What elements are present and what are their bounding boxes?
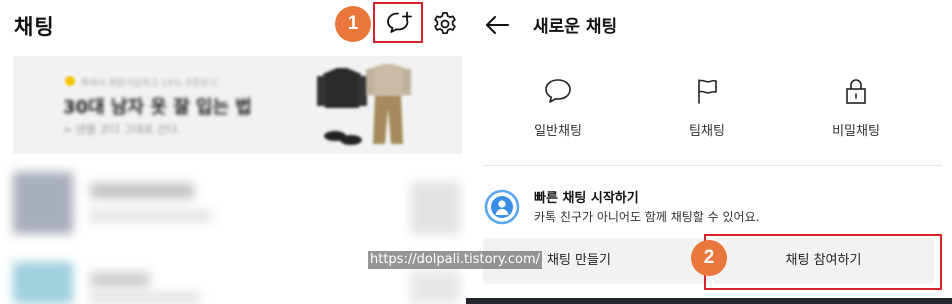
lock-icon — [846, 79, 866, 104]
chat-preview — [90, 292, 200, 304]
quick-chat-description: 카톡 친구가 아니어도 함께 채팅할 수 있어요. — [534, 210, 760, 224]
chat-avatar[interactable] — [13, 172, 73, 234]
bottom-bar — [466, 298, 952, 304]
chat-avatar[interactable] — [13, 262, 73, 304]
chat-preview — [90, 210, 212, 222]
step-badge-1: 1 — [335, 6, 371, 42]
chat-time — [410, 270, 460, 304]
ad-logo — [65, 76, 75, 86]
clothing-image — [317, 64, 411, 145]
normal-chat-option[interactable]: 일반채팅 — [508, 76, 608, 139]
settings-gear-icon[interactable] — [432, 11, 458, 37]
page-title: 새로운 채팅 — [533, 17, 618, 37]
secret-chat-label: 비밀채팅 — [832, 124, 880, 139]
ad-sub-text: > 댄블 코디 그대로 산다. — [63, 123, 181, 136]
new-chat-icon — [387, 11, 412, 33]
chat-name — [90, 183, 194, 199]
back-arrow-icon[interactable] — [484, 12, 510, 38]
new-chat-button[interactable] — [373, 2, 423, 43]
divider — [483, 165, 942, 166]
step-badge-2: 2 — [691, 240, 727, 276]
chat-name — [90, 272, 150, 288]
quick-chat-title: 빠른 채팅 시작하기 — [534, 191, 639, 206]
team-chat-label: 팀채팅 — [689, 124, 725, 139]
ad-headline: 30대 남자 옷 잘 입는 법 — [63, 97, 252, 118]
ad-banner[interactable]: 톡에서 회원가입하고 15% 쿠폰받기 30대 남자 옷 잘 입는 법 > 댄블… — [13, 56, 462, 154]
flag-icon — [698, 79, 717, 104]
watermark-url: https://dolpali.tistory.com/ — [368, 251, 542, 269]
team-chat-option[interactable]: 팀채팅 — [657, 76, 757, 139]
secret-chat-option[interactable]: 비밀채팅 — [806, 76, 906, 139]
ad-small-text: 톡에서 회원가입하고 15% 쿠폰받기 — [81, 79, 218, 89]
page-title: 채팅 — [14, 15, 55, 39]
normal-chat-label: 일반채팅 — [534, 124, 582, 139]
join-chat-highlight — [704, 234, 942, 290]
broadcast-person-icon — [484, 189, 520, 225]
chat-time — [410, 182, 460, 234]
chat-bubble-icon — [545, 79, 571, 103]
